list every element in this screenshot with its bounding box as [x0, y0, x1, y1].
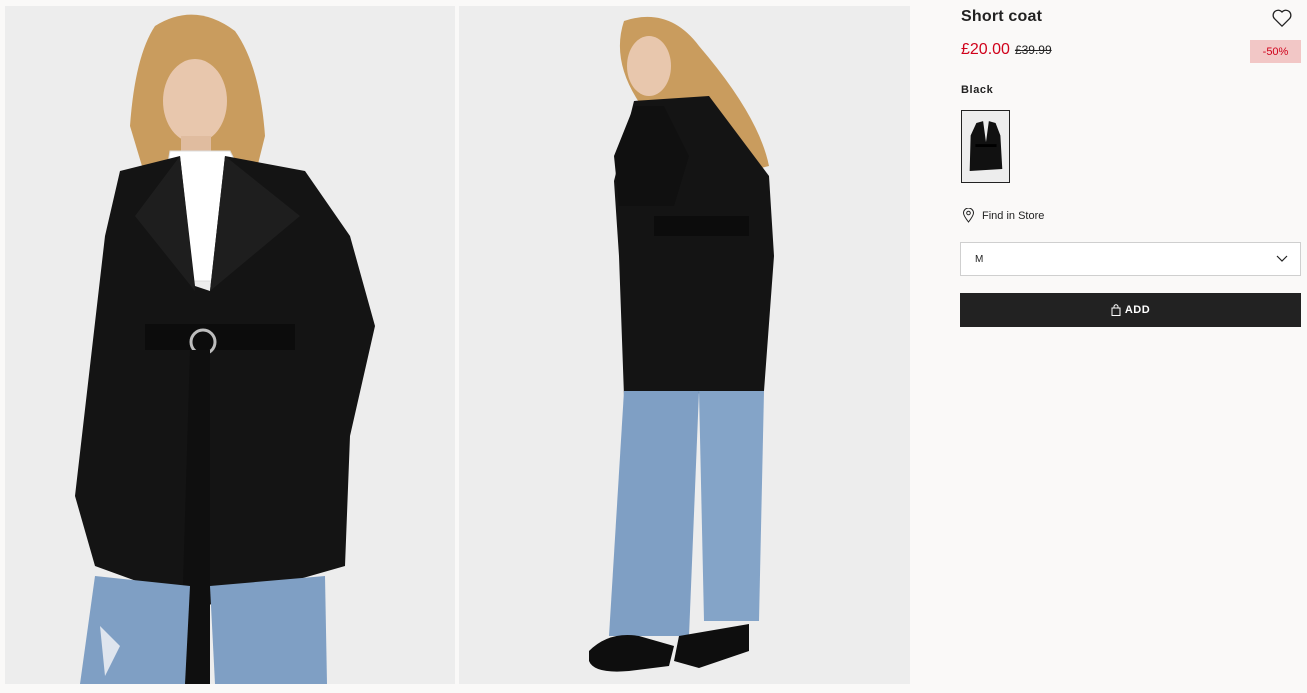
product-image-front[interactable]: [5, 6, 455, 684]
product-image-side[interactable]: [459, 6, 910, 684]
add-button-label: ADD: [1124, 304, 1151, 316]
chevron-down-icon: [1276, 255, 1288, 262]
model-front-illustration: [5, 6, 455, 684]
shopping-bag-icon: [1111, 304, 1121, 316]
coat-thumbnail-icon: [962, 111, 1009, 182]
map-pin-icon: [962, 208, 975, 223]
add-to-bag-button[interactable]: ADD: [960, 293, 1301, 327]
size-select[interactable]: M: [960, 242, 1301, 276]
color-label: Black: [961, 84, 994, 96]
discount-badge: -50%: [1250, 40, 1301, 63]
product-title: Short coat: [961, 8, 1043, 25]
heart-outline-icon[interactable]: [1271, 8, 1293, 28]
find-in-store-link[interactable]: Find in Store: [962, 208, 1044, 223]
find-in-store-label: Find in Store: [982, 209, 1045, 222]
product-page: Short coat £20.00 £39.99 -50% Black Find…: [0, 0, 1307, 693]
model-side-illustration: [459, 6, 910, 684]
color-swatch-black[interactable]: [961, 110, 1010, 183]
size-select-value: M: [975, 253, 984, 265]
sale-price: £20.00: [961, 41, 1010, 58]
price-row: £20.00 £39.99: [961, 41, 1052, 59]
original-price: £39.99: [1014, 43, 1052, 57]
